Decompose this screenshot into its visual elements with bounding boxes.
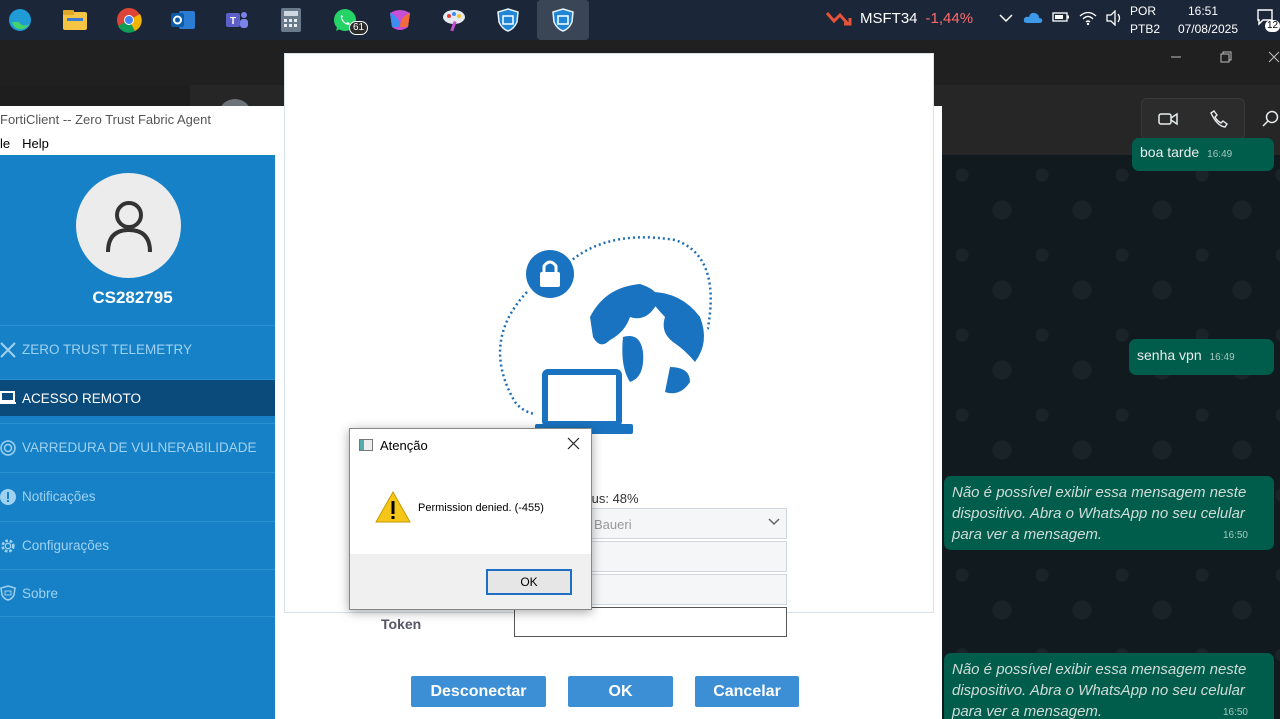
warning-icon (375, 490, 411, 523)
cancel-button[interactable]: Cancelar (695, 676, 799, 707)
token-input[interactable] (514, 607, 787, 637)
whatsapp-icon[interactable]: 61 (329, 4, 369, 36)
sidebar-item-notificacoes[interactable]: Notificações (0, 472, 275, 520)
chevron-up-icon[interactable] (998, 10, 1014, 29)
menu-file[interactable]: le (0, 136, 10, 151)
phone-call-icon[interactable] (1210, 110, 1228, 133)
menu-help[interactable]: Help (22, 136, 49, 151)
message-text: Não é possível exibir essa mensagem nest… (952, 661, 1247, 719)
message-time: 16:49 (1207, 149, 1233, 160)
message-time: 16:50 (1222, 530, 1248, 541)
sidebar-item-label: ZERO TRUST TELEMETRY (22, 342, 193, 357)
vpn-connection-value: Baueri (594, 517, 632, 532)
minimize-icon[interactable] (1170, 50, 1182, 66)
onedrive-icon[interactable] (1023, 10, 1043, 29)
sidebar-item-label: ACESSO REMOTO (22, 390, 142, 406)
sidebar-item-sobre[interactable]: Sobre (0, 569, 275, 617)
chevron-down-icon (768, 515, 780, 530)
vpn-globe-illustration (498, 236, 712, 434)
message-text: senha vpn (1137, 347, 1202, 363)
sidebar-item-varredura[interactable]: VARREDURA DE VULNERABILIDADE (0, 423, 275, 471)
whatsapp-chat-area[interactable] (942, 155, 1280, 719)
close-icon[interactable] (567, 435, 580, 455)
message-bubble[interactable]: Não é possível exibir essa mensagem nest… (944, 653, 1274, 719)
laptop-icon (0, 390, 16, 406)
error-dialog: Atenção Permission denied. (-455) OK (349, 428, 592, 610)
clock-time: 16:51 (1187, 4, 1219, 18)
notification-count: 12 (1265, 20, 1280, 32)
user-name: CS282795 (92, 288, 173, 307)
wifi-icon[interactable] (1079, 10, 1097, 29)
message-bubble[interactable]: senha vpn 16:49 (1129, 339, 1274, 375)
teams-icon[interactable]: T (221, 4, 253, 36)
sidebar-item-label: Configurações (22, 538, 110, 553)
file-explorer-icon[interactable] (59, 4, 91, 36)
call-buttons (1141, 98, 1245, 140)
message-text: Não é possível exibir essa mensagem nest… (952, 484, 1247, 543)
connection-status: tus: 48% (588, 491, 639, 506)
sidebar-item-acesso-remoto[interactable]: ACESSO REMOTO (0, 379, 275, 416)
forticlient-active-icon[interactable] (537, 0, 589, 40)
alert-icon (0, 488, 16, 505)
scan-icon (0, 439, 16, 456)
chrome-icon[interactable] (113, 4, 145, 36)
stock-symbol: MSFT34 (860, 9, 918, 27)
sidebar: CS282795 ZERO TRUST TELEMETRY ACESSO REM… (0, 155, 275, 719)
avatar (76, 173, 181, 278)
video-call-icon[interactable] (1158, 111, 1178, 132)
user-icon (105, 200, 152, 252)
ok-button[interactable]: OK (568, 676, 673, 707)
stock-change: -1,44% (925, 9, 974, 27)
clock[interactable]: 16:51 07/08/2025 (1168, 2, 1238, 38)
message-text: boa tarde (1140, 144, 1200, 160)
shield-icon (0, 585, 16, 601)
outlook-icon[interactable] (167, 4, 199, 36)
username-field[interactable] (587, 541, 787, 572)
stock-widget[interactable]: MSFT34 -1,44% (826, 9, 973, 27)
message-bubble[interactable]: boa tarde 16:49 (1132, 138, 1274, 171)
sidebar-item-label: Notificações (22, 489, 96, 504)
paint-icon[interactable] (438, 4, 470, 36)
vpn-connection-select[interactable]: Baueri (587, 508, 787, 539)
dialog-message: Permission denied. (-455) (418, 502, 544, 514)
sidebar-item-zero-trust-telemetry[interactable]: ZERO TRUST TELEMETRY (0, 325, 275, 373)
message-time: 16:50 (1222, 707, 1248, 718)
edge-icon[interactable] (4, 4, 36, 36)
system-tray (998, 9, 1124, 29)
dialog-app-icon (359, 439, 373, 451)
m365-icon[interactable] (384, 4, 416, 36)
password-field[interactable] (587, 574, 787, 605)
clock-date: 07/08/2025 (1177, 22, 1238, 36)
whatsapp-badge: 61 (349, 21, 369, 35)
message-bubble[interactable]: Não é possível exibir essa mensagem nest… (944, 476, 1274, 550)
telemetry-icon (0, 341, 16, 358)
menu-bar: le Help (0, 136, 49, 151)
forticlient-icon[interactable] (492, 4, 524, 36)
keyboard-layout: PTB2 (1130, 22, 1161, 36)
window-title: FortiClient -- Zero Trust Fabric Agent (0, 112, 211, 127)
restore-icon[interactable] (1220, 50, 1232, 66)
stock-chart-icon (826, 12, 852, 26)
gear-icon (0, 538, 16, 554)
message-time: 16:49 (1209, 352, 1235, 363)
language-code: POR (1130, 4, 1157, 18)
disconnect-button[interactable]: Desconectar (411, 676, 546, 707)
dialog-ok-button[interactable]: OK (486, 569, 572, 595)
token-label: Token (381, 616, 422, 632)
close-icon[interactable] (1268, 50, 1280, 66)
search-icon[interactable] (1262, 110, 1280, 133)
battery-icon[interactable] (1052, 10, 1070, 29)
dialog-title: Atenção (380, 438, 428, 453)
volume-icon[interactable] (1106, 9, 1124, 29)
taskbar: T 61 MSFT34 -1,44% POR PTB2 16:51 07/08/… (0, 0, 1280, 40)
svg-text:T: T (230, 16, 236, 27)
calculator-icon[interactable] (275, 4, 307, 36)
input-language[interactable]: POR PTB2 (1130, 2, 1160, 38)
sidebar-item-label: Sobre (22, 585, 59, 601)
sidebar-item-label: VARREDURA DE VULNERABILIDADE (22, 440, 257, 455)
sidebar-item-configuracoes[interactable]: Configurações (0, 521, 275, 569)
